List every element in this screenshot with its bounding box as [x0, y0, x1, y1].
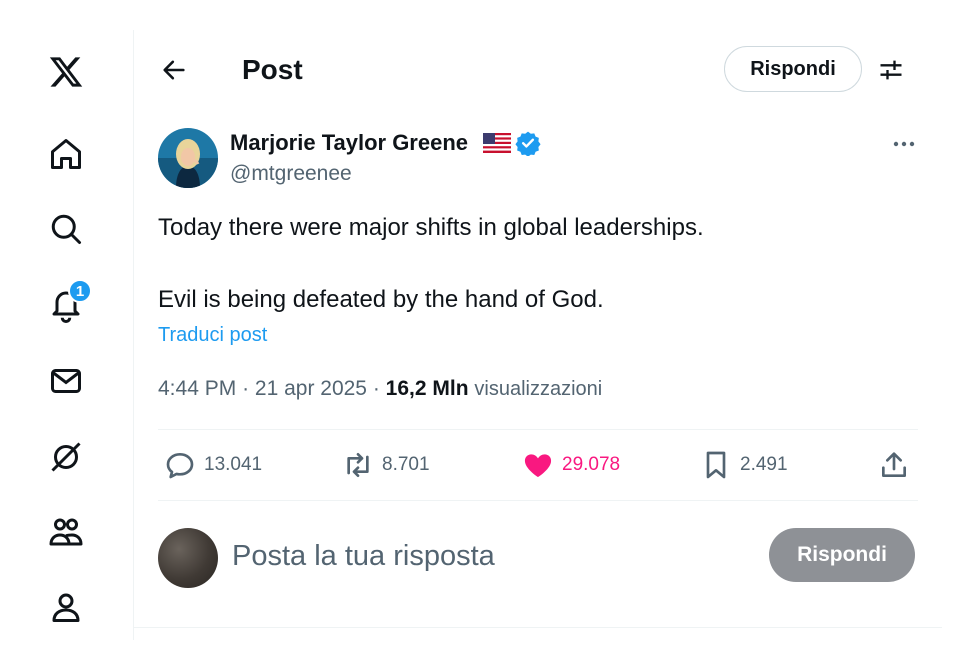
reply-icon	[166, 453, 194, 479]
x-logo-icon[interactable]	[46, 52, 86, 92]
author-handle[interactable]: @mtgreenee	[230, 160, 352, 188]
post-text-line: Today there were major shifts in global …	[158, 214, 704, 241]
post-text-line: Evil is being defeated by the hand of Go…	[158, 286, 604, 313]
verified-badge-icon	[515, 130, 541, 157]
reply-submit-button[interactable]: Rispondi	[769, 528, 915, 582]
reply-header-button[interactable]: Rispondi	[724, 46, 862, 92]
like-count: 29.078	[562, 454, 621, 475]
like-action[interactable]: 29.078	[522, 446, 620, 484]
back-arrow-icon[interactable]	[156, 52, 192, 88]
bookmark-action[interactable]: 2.491	[700, 446, 788, 484]
notification-badge: 1	[68, 279, 92, 303]
person-icon[interactable]	[46, 587, 86, 627]
author-avatar[interactable]	[158, 128, 218, 188]
user-avatar[interactable]	[158, 528, 218, 588]
views-count: 16,2 Mln	[385, 377, 469, 400]
post-column: Post Rispondi Marjorie Taylor Greene @mt…	[134, 0, 942, 640]
people-icon[interactable]	[46, 512, 86, 552]
search-icon[interactable]	[46, 209, 86, 249]
grok-icon[interactable]	[46, 437, 86, 477]
share-icon[interactable]	[878, 446, 918, 484]
author-name[interactable]: Marjorie Taylor Greene	[230, 128, 468, 158]
divider	[158, 500, 918, 501]
views-label: visualizzazioni	[474, 378, 603, 400]
repost-icon	[347, 453, 369, 477]
divider	[158, 429, 918, 430]
heart-filled-icon	[524, 454, 552, 477]
mail-icon[interactable]	[46, 361, 86, 401]
more-options-icon[interactable]	[888, 132, 920, 156]
post-meta: 4:44 PM · 21 apr 2025 · 16,2 Mln visuali…	[158, 377, 603, 400]
us-flag-icon	[483, 133, 511, 153]
reply-input[interactable]	[232, 536, 732, 576]
page-title: Post	[242, 54, 303, 85]
post-time[interactable]: 4:44 PM	[158, 377, 236, 400]
translate-post-link[interactable]: Traduci post	[158, 322, 267, 348]
post-date[interactable]: 21 apr 2025	[255, 377, 367, 400]
post-text: Today there were major shifts in global …	[158, 210, 704, 318]
filter-icon[interactable]	[874, 52, 908, 88]
divider	[134, 627, 942, 628]
bookmark-count: 2.491	[740, 454, 788, 475]
sidebar: 1	[0, 0, 133, 640]
home-icon[interactable]	[46, 134, 86, 174]
repost-count: 8.701	[382, 454, 430, 475]
reply-action[interactable]: 13.041	[164, 446, 262, 484]
repost-action[interactable]: 8.701	[342, 446, 430, 484]
reply-count: 13.041	[204, 454, 263, 475]
bookmark-icon	[706, 451, 726, 479]
